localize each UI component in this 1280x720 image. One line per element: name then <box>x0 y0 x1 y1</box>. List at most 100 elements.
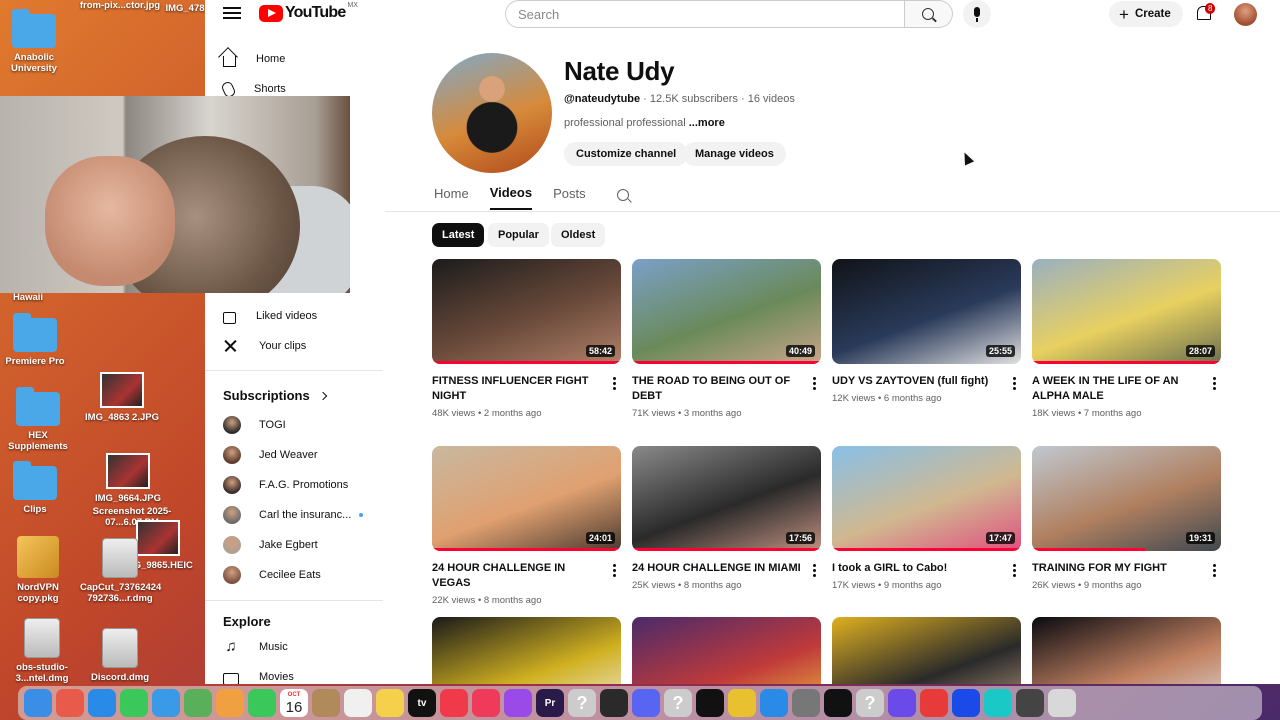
downloads-icon[interactable] <box>1016 689 1044 717</box>
desktop-folder[interactable]: Premiere Pro <box>0 313 75 367</box>
search-input[interactable] <box>518 1 898 27</box>
account-avatar[interactable] <box>1234 3 1257 26</box>
video-title[interactable]: THE ROAD TO BEING OUT OF DEBT <box>632 374 804 404</box>
launchpad-icon[interactable] <box>56 689 84 717</box>
desktop-file[interactable]: obs-studio-3...ntel.dmg <box>2 618 82 684</box>
tv-icon[interactable]: tv <box>408 689 436 717</box>
unknown-app-icon[interactable]: ? <box>664 689 692 717</box>
finder-icon[interactable] <box>24 689 52 717</box>
subscription-item[interactable]: TOGI <box>223 414 286 436</box>
messages-icon[interactable] <box>120 689 148 717</box>
unknown-app-icon[interactable]: ? <box>856 689 884 717</box>
contacts-icon[interactable] <box>312 689 340 717</box>
video-title[interactable]: UDY VS ZAYTOVEN (full fight) <box>832 374 1004 389</box>
more-actions-icon[interactable] <box>813 377 817 392</box>
chrome-icon[interactable] <box>728 689 756 717</box>
video-thumbnail[interactable]: 17:56 <box>632 446 821 551</box>
channel-avatar-large[interactable] <box>432 53 552 173</box>
more-link[interactable]: ...more <box>689 117 725 129</box>
video-thumbnail[interactable]: 19:31 <box>1032 446 1221 551</box>
more-actions-icon[interactable] <box>613 564 617 579</box>
video-thumbnail[interactable] <box>432 617 621 684</box>
video-thumbnail[interactable] <box>1032 617 1221 684</box>
reminders-icon[interactable] <box>344 689 372 717</box>
subscriptions-heading[interactable]: Subscriptions <box>223 388 327 403</box>
discord-icon[interactable] <box>632 689 660 717</box>
app-store-icon[interactable] <box>760 689 788 717</box>
video-thumbnail[interactable]: 28:07 <box>1032 259 1221 364</box>
filter-popular[interactable]: Popular <box>488 223 549 247</box>
more-actions-icon[interactable] <box>813 564 817 579</box>
desktop-file[interactable]: NordVPN copy.pkg <box>0 536 78 604</box>
facetime-icon[interactable] <box>248 689 276 717</box>
trash-icon[interactable] <box>1048 689 1076 717</box>
more-actions-icon[interactable] <box>1013 564 1017 579</box>
manage-videos-button[interactable]: Manage videos <box>683 142 786 166</box>
channel-search-icon[interactable] <box>616 188 629 201</box>
more-actions-icon[interactable] <box>613 377 617 392</box>
desktop-folder[interactable]: HEX Supplements <box>0 387 78 452</box>
video-card[interactable] <box>432 617 621 684</box>
video-card[interactable]: 17:47 I took a GIRL to Cabo! 17K views • 9… <box>832 446 1021 591</box>
premiere-icon[interactable]: Pr <box>536 689 564 717</box>
search-button[interactable] <box>905 0 953 28</box>
music-icon[interactable] <box>472 689 500 717</box>
subscription-item[interactable]: Cecilee Eats <box>223 564 321 586</box>
maps-icon[interactable] <box>184 689 212 717</box>
desktop-file[interactable]: Discord.dmg <box>80 628 160 683</box>
unknown-app-icon[interactable]: ? <box>568 689 596 717</box>
capcut-icon[interactable] <box>696 689 724 717</box>
video-title[interactable]: FITNESS INFLUENCER FIGHT NIGHT <box>432 374 604 404</box>
video-card[interactable]: 19:31 TRAINING FOR MY FIGHT 26K views • 9 … <box>1032 446 1221 591</box>
sidebar-item-liked-videos[interactable]: Liked videos <box>223 305 317 327</box>
video-card[interactable]: 17:56 24 HOUR CHALLENGE IN MIAMI 25K views… <box>632 446 821 591</box>
video-card[interactable]: 28:07 A WEEK IN THE LIFE OF AN ALPHA MALE… <box>1032 259 1221 419</box>
video-thumbnail[interactable] <box>832 617 1021 684</box>
sidebar-item-movies[interactable]: Movies <box>223 666 294 684</box>
video-thumbnail[interactable] <box>632 617 821 684</box>
obs-icon[interactable] <box>600 689 628 717</box>
sidebar-item-music[interactable]: ♫ Music <box>223 636 287 658</box>
podcasts-icon[interactable] <box>504 689 532 717</box>
video-card[interactable]: 40:49 THE ROAD TO BEING OUT OF DEBT 71K vi… <box>632 259 821 419</box>
tiktok-icon[interactable] <box>824 689 852 717</box>
sidebar-item-home[interactable]: Home <box>223 48 285 70</box>
desktop-file[interactable]: IMG_478 <box>160 3 210 14</box>
more-actions-icon[interactable] <box>1013 377 1017 392</box>
tab-home[interactable]: Home <box>434 186 469 209</box>
photos-icon[interactable] <box>216 689 244 717</box>
video-card[interactable]: 58:42 FITNESS INFLUENCER FIGHT NIGHT 48K v… <box>432 259 621 419</box>
video-card[interactable] <box>632 617 821 684</box>
video-thumbnail[interactable]: 17:47 <box>832 446 1021 551</box>
desktop-file[interactable]: IMG_9664.JPG <box>88 453 168 504</box>
video-thumbnail[interactable]: 58:42 <box>432 259 621 364</box>
video-thumbnail[interactable]: 24:01 <box>432 446 621 551</box>
more-actions-icon[interactable] <box>1213 564 1217 579</box>
desktop-folder[interactable]: Anabolic University <box>0 9 74 74</box>
sidebar-item-your-clips[interactable]: Your clips <box>223 335 306 357</box>
tab-posts[interactable]: Posts <box>553 186 586 209</box>
video-card[interactable]: 25:55 UDY VS ZAYTOVEN (full fight) 12K vie… <box>832 259 1021 404</box>
calendar-icon[interactable]: OCT 16 <box>280 689 308 717</box>
video-title[interactable]: TRAINING FOR MY FIGHT <box>1032 561 1204 576</box>
video-title[interactable]: 24 HOUR CHALLENGE IN MIAMI <box>632 561 804 576</box>
video-thumbnail[interactable]: 25:55 <box>832 259 1021 364</box>
subscription-item[interactable]: Jake Egbert <box>223 534 318 556</box>
desktop-file[interactable]: from-pix...ctor.jpg <box>75 0 165 11</box>
video-title[interactable]: 24 HOUR CHALLENGE IN VEGAS <box>432 561 604 591</box>
news-icon[interactable] <box>440 689 468 717</box>
surfshark-icon[interactable] <box>984 689 1012 717</box>
video-title[interactable]: I took a GIRL to Cabo! <box>832 561 1004 576</box>
video-title[interactable]: A WEEK IN THE LIFE OF AN ALPHA MALE <box>1032 374 1204 404</box>
video-card[interactable] <box>832 617 1021 684</box>
desktop-file[interactable]: IMG_4863 2.JPG <box>82 372 162 423</box>
notes-icon[interactable] <box>376 689 404 717</box>
video-card[interactable] <box>1032 617 1221 684</box>
menu-icon[interactable] <box>223 4 241 22</box>
customize-channel-button[interactable]: Customize channel <box>564 142 689 166</box>
bitwarden-icon[interactable] <box>952 689 980 717</box>
desktop-folder[interactable]: Hawaii <box>0 292 68 303</box>
subscription-item[interactable]: Jed Weaver <box>223 444 318 466</box>
subscription-item[interactable]: F.A.G. Promotions <box>223 474 348 496</box>
tab-videos[interactable]: Videos <box>489 185 533 210</box>
